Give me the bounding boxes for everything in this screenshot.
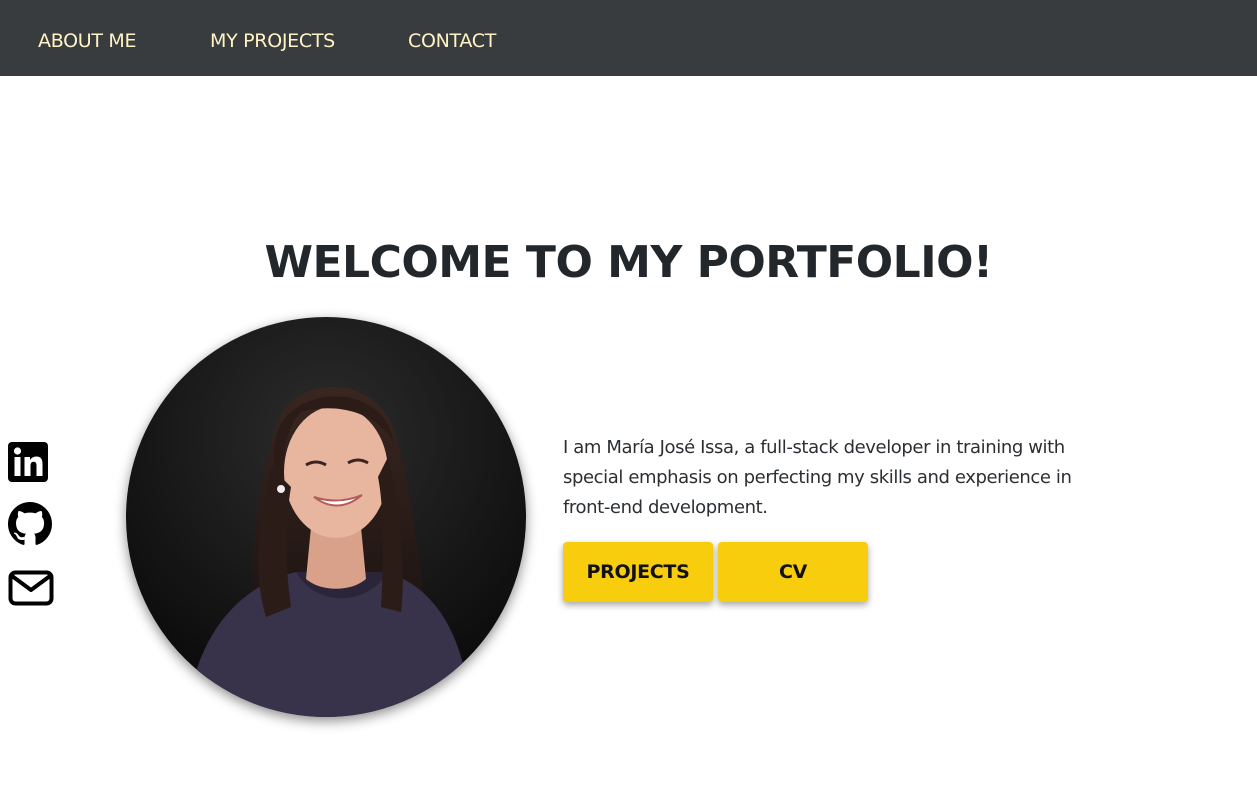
intro-text: I am María José Issa, a full-stack devel… [563, 437, 1072, 518]
cv-button[interactable]: CV [718, 542, 868, 602]
nav-link-about-me[interactable]: ABOUT ME [38, 29, 137, 53]
projects-button[interactable]: PROJECTS [563, 542, 713, 602]
page-title: WELCOME TO MY PORTFOLIO! [264, 237, 993, 288]
navbar: ABOUT ME MY PROJECTS CONTACT [0, 0, 1257, 76]
nav-link-my-projects[interactable]: MY PROJECTS [210, 29, 335, 53]
linkedin-icon[interactable] [8, 442, 48, 482]
profile-photo [126, 317, 526, 717]
github-icon[interactable] [8, 502, 52, 546]
nav-link-contact[interactable]: CONTACT [408, 29, 496, 53]
mail-icon[interactable] [8, 570, 54, 606]
